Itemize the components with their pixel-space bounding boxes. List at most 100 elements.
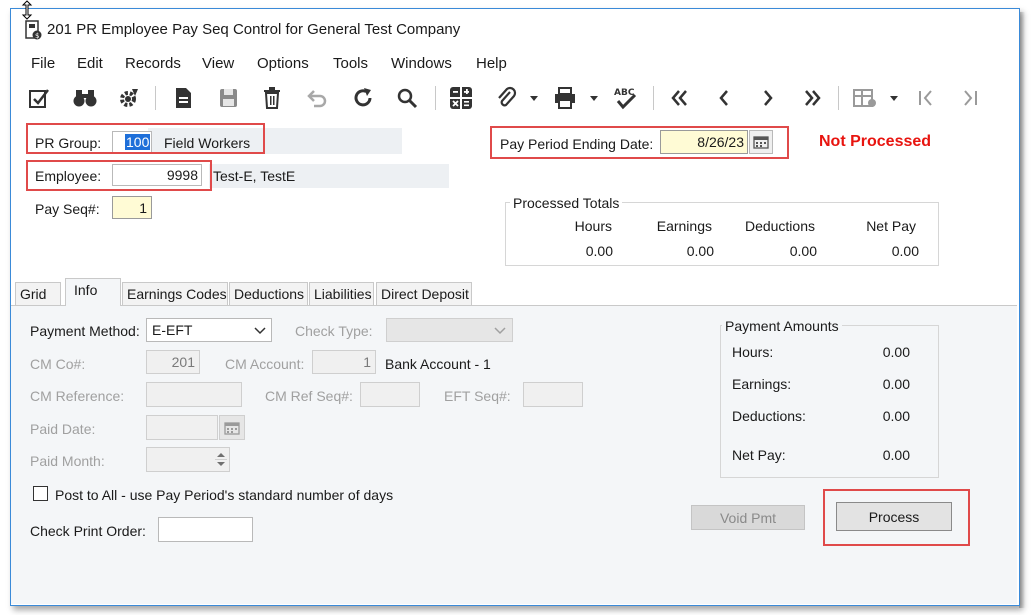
eft-seq-label: EFT Seq#: [444, 388, 511, 404]
window-title: 201 PR Employee Pay Seq Control for Gene… [47, 21, 461, 38]
payment-earnings-label: Earnings: [732, 376, 792, 392]
cm-co-input[interactable]: 201 [146, 350, 200, 374]
payment-netpay-label: Net Pay: [732, 447, 786, 463]
payment-deductions-value: 0.00 [882, 408, 910, 424]
cm-account-desc: Bank Account - 1 [385, 356, 491, 372]
prev-record-icon[interactable] [711, 85, 737, 111]
cm-ref-seq-input[interactable] [360, 382, 420, 407]
calculator-icon[interactable] [448, 85, 474, 111]
payment-hours-value: 0.00 [882, 344, 910, 360]
paid-date-label: Paid Date: [30, 421, 96, 437]
totals-header-netpay: Net Pay [866, 218, 916, 234]
cm-account-input[interactable]: 1 [312, 350, 376, 374]
menu-windows[interactable]: Windows [391, 55, 452, 72]
last-record-icon[interactable] [800, 85, 826, 111]
status-label: Not Processed [819, 133, 932, 150]
chevron-down-icon [494, 327, 506, 335]
tab-earnings-codes[interactable]: Earnings Codes [122, 282, 228, 305]
toolbar-separator [653, 86, 654, 110]
totals-value-earnings: 0.00 [686, 243, 714, 259]
check-print-order-input[interactable] [158, 517, 253, 542]
svg-text:$: $ [35, 32, 39, 40]
payment-deductions-label: Deductions: [732, 408, 806, 424]
processed-totals-title: Processed Totals [510, 195, 623, 211]
post-to-all-label: Post to All - use Pay Period's standard … [55, 487, 394, 503]
cm-co-label: CM Co#: [30, 356, 86, 372]
resize-cursor-icon [21, 0, 33, 20]
menu-records[interactable]: Records [125, 55, 181, 72]
toolbar-separator [435, 86, 436, 110]
menu-view[interactable]: View [202, 55, 234, 72]
tab-deductions[interactable]: Deductions [229, 282, 308, 305]
post-to-all-checkbox[interactable] [33, 486, 48, 501]
payment-earnings-value: 0.00 [882, 376, 910, 392]
totals-header-earnings: Earnings [656, 218, 712, 234]
nav-last-icon[interactable] [957, 85, 983, 111]
highlight-employee [26, 160, 212, 191]
void-pmt-button[interactable]: Void Pmt [691, 505, 805, 530]
document-icon[interactable] [170, 85, 196, 111]
highlight-process [823, 489, 970, 546]
grid-dropdown-icon[interactable] [887, 85, 901, 111]
pay-seq-label: Pay Seq#: [35, 201, 100, 217]
paid-month-label: Paid Month: [30, 453, 105, 469]
gear-icon[interactable] [116, 85, 142, 111]
highlight-pay-period [490, 126, 789, 159]
payment-method-label: Payment Method: [30, 323, 140, 339]
grid-settings-icon[interactable] [852, 85, 878, 111]
menu-help[interactable]: Help [476, 55, 507, 72]
save-icon[interactable] [215, 85, 241, 111]
calendar-icon[interactable] [219, 415, 245, 440]
tab-info[interactable]: Info [65, 278, 121, 306]
payment-netpay-value: 0.00 [882, 447, 910, 463]
totals-value-netpay: 0.00 [891, 243, 919, 259]
app-icon: $ [25, 20, 42, 40]
trash-icon[interactable] [259, 85, 285, 111]
toolbar-separator [838, 86, 839, 110]
totals-value-hours: 0.00 [585, 243, 613, 259]
print-icon[interactable] [552, 85, 578, 111]
spellcheck-icon[interactable]: ABC [612, 85, 638, 111]
next-record-icon[interactable] [755, 85, 781, 111]
payment-method-select[interactable]: E-EFT [146, 318, 272, 342]
eft-seq-input[interactable] [523, 382, 583, 407]
paid-month-input[interactable] [146, 447, 230, 472]
menu-file[interactable]: File [31, 55, 55, 72]
search-icon[interactable] [394, 85, 420, 111]
first-record-icon[interactable] [666, 85, 692, 111]
print-dropdown-icon[interactable] [587, 85, 601, 111]
payment-method-value: E-EFT [152, 322, 193, 338]
menu-options[interactable]: Options [257, 55, 309, 72]
menu-tools[interactable]: Tools [333, 55, 368, 72]
undo-icon[interactable] [304, 85, 330, 111]
binoculars-icon[interactable] [72, 85, 98, 111]
checklist-icon[interactable] [26, 85, 52, 111]
spinner-icon[interactable] [215, 450, 227, 469]
check-print-order-label: Check Print Order: [30, 523, 146, 539]
toolbar-separator [155, 86, 156, 110]
refresh-icon[interactable] [350, 85, 376, 111]
check-type-label: Check Type: [295, 323, 373, 339]
cm-account-label: CM Account: [225, 356, 305, 372]
cm-reference-input[interactable] [146, 382, 242, 407]
highlight-pr-group [26, 123, 265, 154]
attach-dropdown-icon[interactable] [527, 85, 541, 111]
cm-reference-label: CM Reference: [30, 388, 125, 404]
nav-first-icon[interactable] [913, 85, 939, 111]
employee-name: Test-E, TestE [213, 168, 296, 184]
paid-date-input[interactable] [146, 415, 218, 440]
totals-value-deductions: 0.00 [789, 243, 817, 259]
paperclip-icon[interactable] [493, 85, 519, 111]
tab-direct-deposit[interactable]: Direct Deposit [376, 282, 472, 305]
menu-edit[interactable]: Edit [77, 55, 103, 72]
chevron-down-icon [254, 327, 266, 335]
payment-hours-label: Hours: [732, 344, 774, 360]
totals-header-hours: Hours [574, 218, 612, 234]
totals-header-deductions: Deductions [744, 218, 815, 234]
tab-liabilities[interactable]: Liabilities [309, 282, 374, 305]
payment-amounts-title: Payment Amounts [722, 318, 842, 334]
cm-ref-seq-label: CM Ref Seq#: [265, 388, 353, 404]
pay-seq-input[interactable]: 1 [112, 196, 152, 219]
check-type-select[interactable] [386, 318, 513, 342]
tab-grid[interactable]: Grid [15, 282, 61, 305]
